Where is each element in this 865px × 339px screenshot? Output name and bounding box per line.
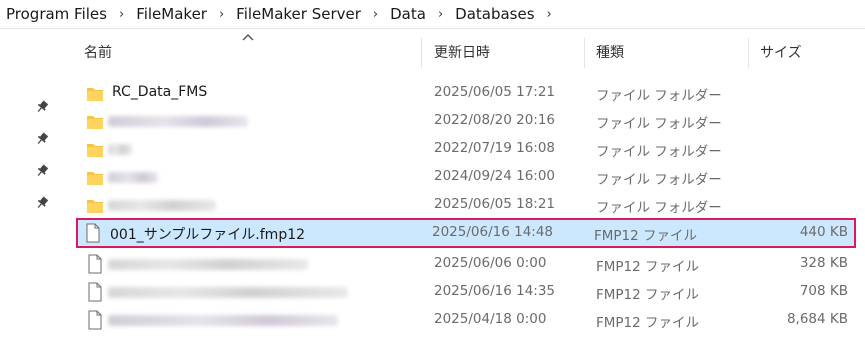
modified-date: 2025/04/18 0:00 — [434, 311, 547, 327]
modified-date: 2025/06/05 18:21 — [434, 196, 556, 212]
breadcrumb-item-filemaker[interactable]: FileMaker — [136, 5, 207, 23]
redacted-file-name — [108, 200, 216, 211]
file-type: FMP12 ファイル — [594, 228, 698, 244]
file-icon — [86, 223, 100, 243]
modified-date: 2022/08/20 20:16 — [434, 112, 556, 128]
file-size: 328 KB — [799, 255, 848, 271]
divider — [0, 28, 865, 29]
selected-list-item[interactable]: 001_サンプルファイル.fmp12 2025/06/16 14:48 FMP1… — [76, 218, 856, 248]
file-name[interactable]: 001_サンプルファイル.fmp12 — [110, 224, 305, 244]
file-type: ファイル フォルダー — [596, 144, 722, 160]
file-type: FMP12 ファイル — [596, 287, 700, 303]
file-size: 708 KB — [799, 283, 848, 299]
modified-date: 2024/09/24 16:00 — [434, 168, 556, 184]
chevron-right-icon[interactable]: › — [219, 7, 224, 22]
column-resize-handle[interactable] — [421, 38, 422, 68]
modified-date: 2025/06/05 17:21 — [434, 84, 556, 100]
chevron-right-icon[interactable]: › — [373, 7, 378, 22]
folder-icon — [87, 200, 103, 213]
pin-icon[interactable] — [34, 195, 50, 211]
pin-icon[interactable] — [34, 99, 50, 115]
breadcrumb-item-program-files[interactable]: Program Files — [6, 5, 107, 23]
list-item[interactable]: 2022/08/20 20:16 ファイル フォルダー — [78, 107, 856, 135]
file-type: FMP12 ファイル — [596, 259, 700, 275]
breadcrumb-item-data[interactable]: Data — [390, 5, 426, 23]
list-item[interactable]: 2025/06/05 18:21 ファイル フォルダー — [78, 191, 856, 219]
list-item[interactable]: 2025/06/06 0:00 FMP12 ファイル 328 KB — [78, 250, 856, 278]
column-resize-handle[interactable] — [748, 38, 749, 68]
redacted-file-name — [108, 287, 348, 298]
breadcrumb-item-filemaker-server[interactable]: FileMaker Server — [236, 5, 361, 23]
breadcrumb-item-databases[interactable]: Databases — [455, 5, 534, 23]
list-item[interactable]: 2022/07/19 16:08 ファイル フォルダー — [78, 135, 856, 163]
redacted-file-name — [108, 172, 158, 183]
list-item[interactable]: 2024/09/24 16:00 ファイル フォルダー — [78, 163, 856, 191]
file-icon — [88, 310, 102, 330]
modified-date: 2025/06/06 0:00 — [434, 255, 547, 271]
file-type: ファイル フォルダー — [596, 200, 722, 216]
file-type: ファイル フォルダー — [596, 116, 722, 132]
chevron-right-icon[interactable]: › — [438, 7, 443, 22]
list-item[interactable]: 2025/06/16 14:35 FMP12 ファイル 708 KB — [78, 278, 856, 306]
modified-date: 2025/06/16 14:35 — [434, 283, 556, 299]
column-header-date[interactable]: 更新日時 — [434, 42, 490, 62]
file-size: 8,684 KB — [786, 311, 848, 327]
file-name[interactable]: RC_Data_FMS — [112, 84, 207, 100]
pin-icon[interactable] — [34, 131, 50, 147]
pin-icon[interactable] — [34, 163, 50, 179]
redacted-file-name — [108, 259, 308, 270]
file-size: 440 KB — [799, 224, 848, 240]
column-header-type[interactable]: 種類 — [596, 42, 624, 62]
file-type: ファイル フォルダー — [596, 88, 722, 104]
chevron-right-icon[interactable]: › — [547, 7, 552, 22]
modified-date: 2025/06/16 14:48 — [432, 224, 554, 240]
folder-icon — [87, 116, 103, 129]
column-header: 名前 更新日時 種類 サイズ — [0, 30, 865, 70]
file-type: ファイル フォルダー — [596, 172, 722, 188]
column-resize-handle[interactable] — [584, 38, 585, 68]
folder-icon — [87, 144, 103, 157]
redacted-file-name — [108, 116, 248, 127]
breadcrumb: Program Files › FileMaker › FileMaker Se… — [0, 0, 865, 28]
redacted-file-name — [108, 144, 132, 155]
file-type: FMP12 ファイル — [596, 315, 700, 331]
sort-ascending-icon[interactable] — [241, 32, 255, 42]
chevron-right-icon[interactable]: › — [119, 7, 124, 22]
folder-icon — [87, 88, 103, 101]
list-item[interactable]: 2025/04/18 0:00 FMP12 ファイル 8,684 KB — [78, 306, 856, 334]
file-icon — [88, 282, 102, 302]
column-header-size[interactable]: サイズ — [760, 42, 802, 62]
folder-icon — [87, 172, 103, 185]
modified-date: 2022/07/19 16:08 — [434, 140, 556, 156]
file-icon — [88, 254, 102, 274]
column-header-name[interactable]: 名前 — [84, 42, 112, 62]
list-item[interactable]: RC_Data_FMS 2025/06/05 17:21 ファイル フォルダー — [78, 79, 856, 107]
redacted-file-name — [108, 315, 338, 326]
